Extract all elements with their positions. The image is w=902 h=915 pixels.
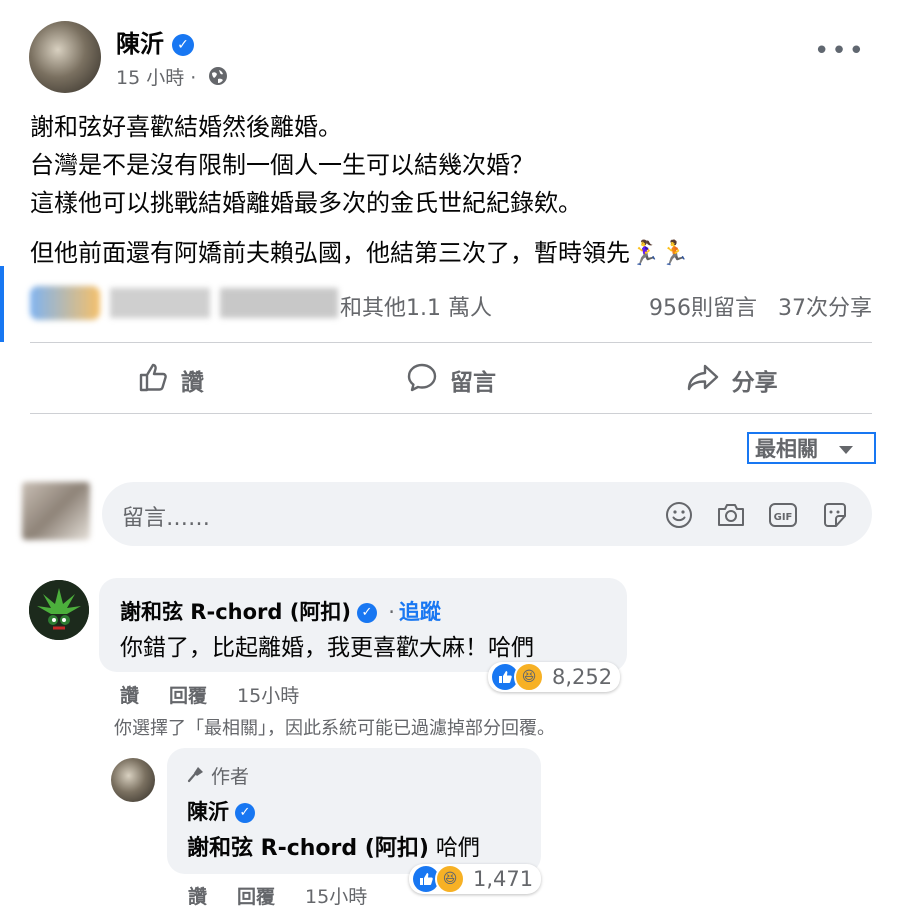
header-separator: · (388, 600, 395, 624)
author-header: 陳沂 ✓ (116, 24, 194, 59)
reaction-icons-blurred (30, 286, 100, 320)
post-body: 謝和弦好喜歡結婚然後離婚。 台灣是不是沒有限制一個人一生可以結幾次婚？ 這樣他可… (30, 108, 880, 272)
sort-label: 最相關 (755, 437, 818, 461)
like-button[interactable]: 讚 (30, 352, 311, 408)
comment-placeholder: 留言…… (122, 506, 211, 531)
current-user-avatar (22, 482, 90, 540)
author-avatar[interactable] (29, 21, 101, 93)
comment-text: 你錯了，比起離婚，我更喜歡大麻！哈們 (120, 635, 534, 661)
reply-time[interactable]: 15小時 (305, 882, 367, 909)
share-arrow-icon (686, 361, 720, 399)
author-badge-label: 作者 (211, 766, 250, 788)
reply-reactions[interactable]: 😆 1,471 (409, 864, 542, 894)
post-line: 謝和弦好喜歡結婚然後離婚。 (30, 113, 342, 141)
share-button[interactable]: 分享 (591, 352, 872, 408)
thumbs-up-icon (137, 361, 169, 399)
commenter-avatar[interactable] (29, 580, 89, 640)
post-time[interactable]: 15 小時 (116, 67, 184, 89)
reply-author-name[interactable]: 陳沂 (187, 800, 229, 824)
reaction-count: 8,252 (552, 665, 613, 689)
mention-link[interactable]: 謝和弦 R-chord (阿扣) (187, 836, 429, 861)
emoji-icon[interactable] (664, 500, 694, 530)
more-options-icon[interactable]: ••• (814, 36, 866, 66)
comment-reactions[interactable]: 😆 8,252 (488, 662, 621, 692)
reactions-summary[interactable]: 和其他1.1 萬人 956則留言 37次分享 (30, 282, 872, 326)
reply-actions: 讚 回覆 15小時 (188, 882, 367, 909)
comments-count[interactable]: 956則留言 (649, 296, 757, 321)
comment-actions: 讚 回覆 15小時 (120, 681, 299, 708)
post-meta: 15 小時 · (116, 63, 228, 91)
share-label: 分享 (731, 370, 778, 396)
post-actions: 讚 留言 分享 (30, 352, 872, 408)
gif-icon[interactable]: GIF (768, 500, 798, 530)
reactions-count[interactable]: 和其他1.1 萬人 (340, 290, 492, 322)
comment-bubble-icon (406, 361, 438, 399)
comment-input[interactable]: 留言…… GIF (102, 482, 872, 546)
globe-icon (208, 66, 228, 91)
camera-icon[interactable] (716, 500, 746, 530)
post-stats: 956則留言 37次分享 (649, 290, 872, 322)
reactor-name-blurred (220, 288, 338, 318)
comment-time[interactable]: 15小時 (237, 681, 299, 708)
meta-separator: · (190, 67, 197, 89)
follow-link[interactable]: 追蹤 (399, 600, 441, 624)
author-name[interactable]: 陳沂 (116, 30, 164, 58)
caret-down-icon (838, 436, 854, 460)
commenter-name[interactable]: 謝和弦 R-chord (阿扣) (120, 600, 351, 624)
divider (30, 342, 872, 343)
reply-text-body: 哈們 (428, 836, 480, 861)
haha-reaction-icon: 😆 (514, 662, 544, 692)
reply-like-link[interactable]: 讚 (188, 882, 207, 909)
post-card: 陳沂 ✓ 15 小時 · ••• 謝和弦好喜歡結婚然後離婚。 台灣是不是沒有限制一… (0, 0, 902, 915)
verified-icon: ✓ (172, 34, 194, 56)
post-line: 這樣他可以挑戰結婚離婚最多次的金氏世紀紀錄欸。 (30, 189, 582, 217)
reaction-count: 1,471 (473, 867, 534, 891)
comment-button[interactable]: 留言 (311, 352, 592, 408)
comment-label: 留言 (450, 370, 496, 396)
verified-icon: ✓ (235, 803, 255, 823)
comment-header: 謝和弦 R-chord (阿扣) ✓ · 追蹤 (120, 596, 441, 626)
svg-text:GIF: GIF (774, 512, 793, 523)
shares-count[interactable]: 37次分享 (778, 296, 872, 321)
author-badge: 作者 (187, 762, 249, 789)
haha-reaction-icon: 😆 (435, 864, 465, 894)
sort-dropdown[interactable]: 最相關 (747, 432, 876, 464)
reply-header: 陳沂 ✓ (187, 796, 255, 826)
reply-reply-link[interactable]: 回覆 (237, 882, 275, 909)
composer-tools: GIF (664, 500, 850, 530)
comment-reply-link[interactable]: 回覆 (169, 681, 207, 708)
microphone-icon (187, 766, 205, 788)
verified-icon: ✓ (356, 603, 377, 623)
reply-bubble: 作者 陳沂 ✓ 謝和弦 R-chord (阿扣) 哈們 (167, 748, 541, 874)
like-label: 讚 (180, 370, 204, 396)
focus-accent (0, 266, 4, 342)
comment-bubble: 謝和弦 R-chord (阿扣) ✓ · 追蹤 你錯了，比起離婚，我更喜歡大麻！哈們 (99, 578, 627, 672)
reply-text: 謝和弦 R-chord (阿扣) 哈們 (187, 830, 480, 862)
filter-note: 你選擇了「最相關」，因此系統可能已過濾掉部分回覆。 (114, 718, 555, 739)
divider (30, 413, 872, 414)
sticker-icon[interactable] (820, 500, 850, 530)
post-line: 但他前面還有阿嬌前夫賴弘國，他結第三次了，暫時領先🏃‍♀️🏃 (30, 239, 690, 267)
post-line: 台灣是不是沒有限制一個人一生可以結幾次婚？ (30, 151, 534, 179)
reply-author-avatar[interactable] (111, 758, 155, 802)
comment-like-link[interactable]: 讚 (120, 681, 139, 708)
reactor-name-blurred (110, 288, 210, 318)
